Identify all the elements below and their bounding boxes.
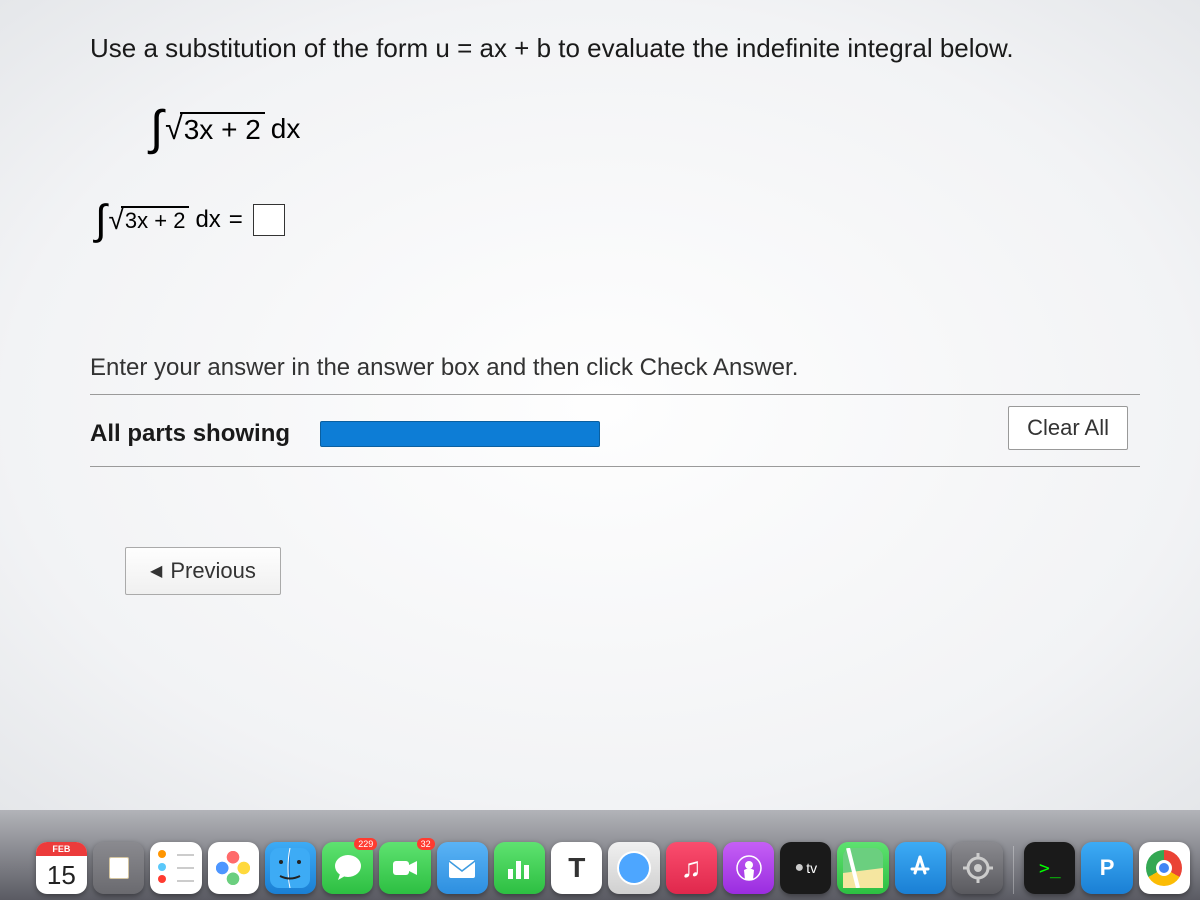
dock-tv-icon[interactable]: ●tv [780,842,831,894]
previous-button[interactable]: ◀ Previous [125,547,281,595]
integral-sign-icon: ∫ [95,196,107,244]
dock-podcasts-icon[interactable] [723,842,774,894]
radicand: 3x + 2 [121,206,190,234]
parts-status-row: All parts showing Clear All [90,410,1140,467]
dock-appstore-icon[interactable] [895,842,946,894]
facetime-badge: 32 [417,838,435,850]
dock-messages-icon[interactable]: 229 [322,842,373,894]
dock-facetime-icon[interactable]: 32 [379,842,430,894]
radicand: 3x + 2 [180,112,265,146]
dock-chrome-icon[interactable] [1139,842,1190,894]
progress-bar [320,421,600,447]
answer-expression: ∫ √ 3x + 2 dx = [95,196,1140,244]
dock-mail-icon[interactable] [437,842,488,894]
sqrt-expression: √ 3x + 2 [109,204,190,236]
dock-numbers-icon[interactable] [494,842,545,894]
calendar-day: 15 [36,856,87,894]
answer-input[interactable] [253,204,285,236]
integral-sign-icon: ∫ [150,101,163,156]
dock-finder-icon[interactable] [265,842,316,894]
chevron-left-icon: ◀ [150,561,162,581]
parts-label: All parts showing [90,420,290,448]
dock-contacts-icon[interactable] [93,842,144,894]
equals-sign: = [229,206,243,234]
dock-safari-icon[interactable] [608,842,659,894]
instruction-text: Enter your answer in the answer box and … [90,354,1140,395]
dock-photos-icon[interactable] [208,842,259,894]
dock-calendar-icon[interactable]: FEB 15 [36,842,87,894]
dock-reminders-icon[interactable] [150,842,201,894]
sqrt-expression: √ 3x + 2 [165,110,265,147]
question-panel: Use a substitution of the form u = ax + … [0,0,1200,810]
dock-settings-icon[interactable] [952,842,1003,894]
calendar-month: FEB [36,842,87,856]
differential: dx [271,113,301,145]
dock-preview-icon[interactable]: P [1081,842,1132,894]
integral-expression: ∫ √ 3x + 2 dx [150,101,1140,156]
question-prompt: Use a substitution of the form u = ax + … [90,30,1140,66]
dock-divider [1013,846,1014,894]
clear-all-button[interactable]: Clear All [1008,406,1128,450]
macos-dock: FEB 15 229 32 T [0,810,1200,900]
messages-badge: 229 [354,838,377,850]
dock-terminal-icon[interactable]: >_ [1024,842,1075,894]
differential: dx [195,206,220,234]
previous-label: Previous [170,558,256,584]
dock-maps-icon[interactable] [837,842,888,894]
dock-textedit-icon[interactable]: T [551,842,602,894]
dock-music-icon[interactable]: ♫ [666,842,717,894]
